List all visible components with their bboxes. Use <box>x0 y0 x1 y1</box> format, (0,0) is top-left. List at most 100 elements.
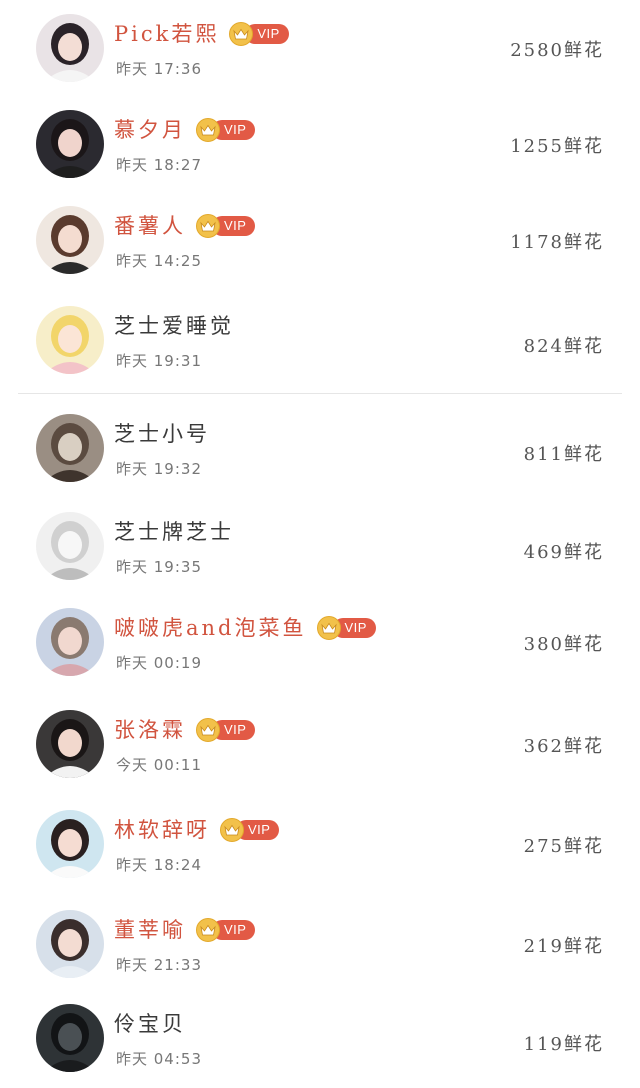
user-name[interactable]: Pick若熙 <box>114 19 219 49</box>
flower-count-value: 362 <box>523 736 564 757</box>
ranking-row[interactable]: 番薯人 VIP 昨天 14:25 1178鲜花 <box>0 194 640 290</box>
avatar[interactable] <box>36 512 104 580</box>
crown-icon <box>316 616 341 640</box>
ranking-row[interactable]: 芝士小号昨天 19:32 811鲜花 <box>0 400 640 496</box>
timestamp: 昨天 00:19 <box>116 654 202 672</box>
flower-count: 1178鲜花 <box>510 228 604 254</box>
user-name[interactable]: 芝士牌芝士 <box>114 517 234 547</box>
flower-count-value: 275 <box>523 836 564 857</box>
avatar[interactable] <box>36 14 104 82</box>
timestamp: 今天 00:11 <box>116 756 202 774</box>
name-line: 林软辞呀 VIP <box>114 815 280 845</box>
flower-count-value: 824 <box>523 336 564 357</box>
flower-count-value: 1255 <box>510 136 564 157</box>
name-line: 慕夕月 VIP <box>114 115 256 145</box>
ranking-row[interactable]: 林软辞呀 VIP 昨天 18:24 275鲜花 <box>0 798 640 894</box>
avatar[interactable] <box>36 414 104 482</box>
crown-icon <box>196 214 220 238</box>
user-name[interactable]: 张洛霖 <box>114 715 186 745</box>
flower-unit: 鲜花 <box>564 736 604 757</box>
flower-count: 119鲜花 <box>524 1030 604 1056</box>
timestamp: 昨天 19:32 <box>116 460 202 478</box>
name-line: 啵啵虎and泡菜鱼 VIP <box>114 613 376 643</box>
avatar[interactable] <box>36 710 104 778</box>
flower-unit: 鲜花 <box>564 40 604 61</box>
name-line: 芝士爱睡觉 <box>114 311 234 341</box>
timestamp: 昨天 18:27 <box>116 156 202 174</box>
name-line: 番薯人 VIP <box>114 211 256 241</box>
name-line: 芝士小号 <box>114 419 210 449</box>
ranking-row[interactable]: 芝士牌芝士昨天 19:35 469鲜花 <box>0 498 640 594</box>
flower-count-value: 219 <box>523 936 564 957</box>
name-line: Pick若熙 VIP <box>114 19 289 49</box>
avatar[interactable] <box>36 910 104 978</box>
ranking-row[interactable]: 芝士爱睡觉昨天 19:31 824鲜花 <box>0 292 640 388</box>
user-name[interactable]: 番薯人 <box>114 211 186 241</box>
flower-count: 1255鲜花 <box>510 132 604 158</box>
flower-count-value: 469 <box>523 542 564 563</box>
list-divider <box>18 393 622 394</box>
user-name[interactable]: 啵啵虎and泡菜鱼 <box>114 613 307 643</box>
crown-icon <box>196 718 220 742</box>
timestamp: 昨天 19:35 <box>116 558 202 576</box>
vip-badge: VIP <box>220 818 280 842</box>
vip-badge: VIP <box>229 22 289 46</box>
flower-count-value: 380 <box>523 634 564 655</box>
avatar[interactable] <box>36 810 104 878</box>
flower-count-value: 119 <box>523 1034 564 1055</box>
vip-badge: VIP <box>196 718 256 742</box>
ranking-row[interactable]: 啵啵虎and泡菜鱼 VIP 昨天 00:19 380鲜花 <box>0 596 640 692</box>
avatar[interactable] <box>36 206 104 274</box>
flower-count: 362鲜花 <box>524 732 604 758</box>
flower-unit: 鲜花 <box>564 836 604 857</box>
timestamp: 昨天 14:25 <box>116 252 202 270</box>
crown-icon <box>196 118 220 142</box>
flower-count: 2580鲜花 <box>510 36 604 62</box>
flower-count-value: 1178 <box>510 232 564 253</box>
flower-unit: 鲜花 <box>564 542 604 563</box>
timestamp: 昨天 17:36 <box>116 60 202 78</box>
user-name[interactable]: 林软辞呀 <box>114 815 210 845</box>
avatar[interactable] <box>36 1004 104 1072</box>
ranking-row[interactable]: Pick若熙 VIP 昨天 17:36 2580鲜花 <box>0 0 640 96</box>
avatar[interactable] <box>36 306 104 374</box>
ranking-row[interactable]: 张洛霖 VIP 今天 00:11 362鲜花 <box>0 698 640 794</box>
user-name[interactable]: 芝士爱睡觉 <box>114 311 234 341</box>
flower-count-value: 2580 <box>510 40 564 61</box>
name-line: 芝士牌芝士 <box>114 517 234 547</box>
flower-unit: 鲜花 <box>564 936 604 957</box>
vip-badge: VIP <box>316 616 376 640</box>
ranking-row[interactable]: 慕夕月 VIP 昨天 18:27 1255鲜花 <box>0 96 640 192</box>
avatar[interactable] <box>36 110 104 178</box>
flower-count: 811鲜花 <box>524 440 604 466</box>
timestamp: 昨天 19:31 <box>116 352 202 370</box>
flower-count-value: 811 <box>523 444 564 465</box>
flower-count: 380鲜花 <box>524 630 604 656</box>
user-name[interactable]: 董莘喻 <box>114 915 186 945</box>
ranking-row[interactable]: 伶宝贝昨天 04:53 119鲜花 <box>0 992 640 1088</box>
user-name[interactable]: 慕夕月 <box>114 115 186 145</box>
flower-unit: 鲜花 <box>564 336 604 357</box>
user-name[interactable]: 芝士小号 <box>114 419 210 449</box>
flower-count: 469鲜花 <box>524 538 604 564</box>
vip-badge: VIP <box>196 214 256 238</box>
flower-unit: 鲜花 <box>564 232 604 253</box>
vip-badge: VIP <box>196 918 256 942</box>
timestamp: 昨天 04:53 <box>116 1050 202 1068</box>
flower-count: 219鲜花 <box>524 932 604 958</box>
timestamp: 昨天 18:24 <box>116 856 202 874</box>
ranking-row[interactable]: 董莘喻 VIP 昨天 21:33 219鲜花 <box>0 896 640 992</box>
user-name[interactable]: 伶宝贝 <box>114 1009 186 1039</box>
name-line: 伶宝贝 <box>114 1009 186 1039</box>
crown-icon <box>196 918 220 942</box>
flower-count: 275鲜花 <box>524 832 604 858</box>
vip-badge: VIP <box>196 118 256 142</box>
avatar[interactable] <box>36 608 104 676</box>
timestamp: 昨天 21:33 <box>116 956 202 974</box>
crown-icon <box>220 818 244 842</box>
flower-unit: 鲜花 <box>564 634 604 655</box>
flower-unit: 鲜花 <box>564 136 604 157</box>
flower-unit: 鲜花 <box>564 444 604 465</box>
flower-count: 824鲜花 <box>524 332 604 358</box>
name-line: 张洛霖 VIP <box>114 715 256 745</box>
